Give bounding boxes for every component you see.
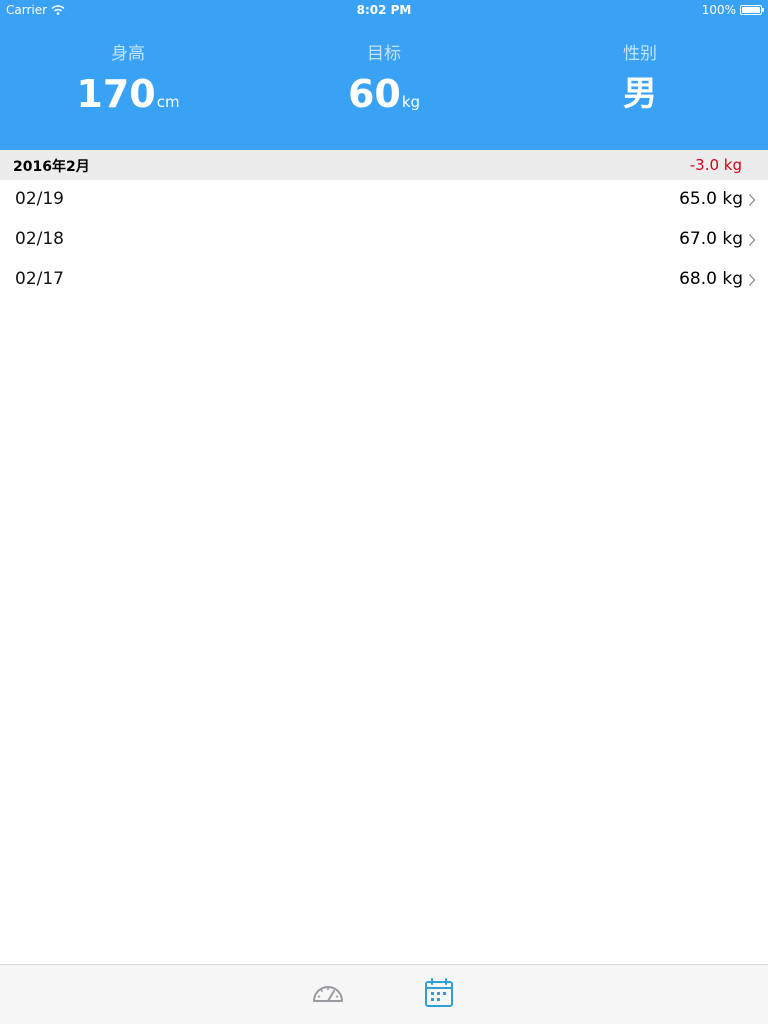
- target-stat[interactable]: 目标 60kg: [256, 42, 512, 116]
- gender-stat[interactable]: 性别 男: [512, 42, 768, 116]
- weight-record-row[interactable]: 02/17 68.0 kg: [0, 260, 768, 300]
- status-time: 8:02 PM: [356, 3, 412, 17]
- dashboard-icon: [313, 986, 343, 1002]
- gender-value: 男: [623, 74, 657, 114]
- tab-dashboard[interactable]: [310, 977, 346, 1009]
- gender-value-group: 男: [512, 72, 768, 116]
- month-title: 2016年2月: [13, 159, 90, 175]
- record-weight: 68.0 kg: [679, 269, 743, 289]
- gender-label: 性别: [623, 44, 657, 64]
- status-bar: Carrier 8:02 PM 100%: [0, 0, 768, 20]
- weight-record-row[interactable]: 02/19 65.0 kg: [0, 180, 768, 220]
- target-label: 目标: [367, 44, 401, 64]
- tab-bar: [0, 964, 768, 1024]
- target-unit: kg: [401, 93, 421, 111]
- weight-record-row[interactable]: 02/18 67.0 kg: [0, 220, 768, 260]
- record-weight: 65.0 kg: [679, 189, 743, 209]
- tab-calendar[interactable]: [421, 977, 457, 1009]
- month-weight-change: -3.0 kg: [689, 156, 742, 174]
- height-unit: cm: [156, 93, 180, 111]
- month-section-header: 2016年2月 -3.0 kg: [0, 150, 768, 180]
- battery-icon: [740, 5, 764, 15]
- record-date: 02/18: [15, 229, 64, 249]
- record-weight: 67.0 kg: [679, 229, 743, 249]
- target-value-group: 60kg: [256, 72, 512, 116]
- height-stat[interactable]: 身高 170cm: [0, 42, 256, 116]
- calendar-icon: [425, 978, 453, 1007]
- record-date: 02/19: [15, 189, 64, 209]
- chevron-right-icon: [748, 194, 756, 206]
- status-battery-group: 100%: [701, 3, 764, 17]
- target-value: 60: [347, 72, 401, 116]
- chevron-right-icon: [748, 234, 756, 246]
- chevron-right-icon: [748, 274, 756, 286]
- height-value-group: 170cm: [0, 72, 256, 116]
- record-date: 02/17: [15, 269, 64, 289]
- height-label: 身高: [111, 44, 145, 64]
- profile-header: Carrier 8:02 PM 100% 身高 170cm 目标 60kg 性别…: [0, 0, 768, 150]
- height-value: 170: [76, 72, 156, 116]
- battery-percent: 100%: [701, 3, 736, 17]
